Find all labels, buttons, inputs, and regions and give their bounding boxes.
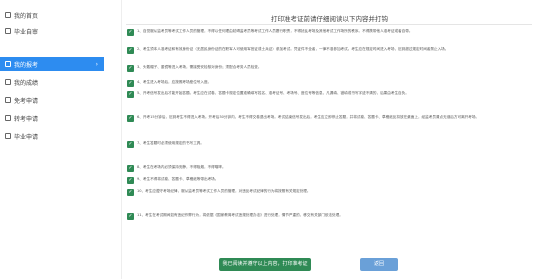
page-title: 打印准考证前请仔细阅读以下内容并打钩 <box>271 15 388 23</box>
agreement-item: ✓ 9、考生不得将试卷、答题卡、草稿纸等带出考场。 <box>127 176 532 184</box>
checkbox-checked[interactable]: ✓ <box>127 189 134 196</box>
agreement-text: 8、考生在考场内必须保持安静，不得吸烟，不得喧哗。 <box>137 165 226 169</box>
agreement-text: 3、头戴帽子、墨镜等进入考场，需接受安检核对身份；须配合考务人员检查。 <box>137 65 262 69</box>
agreement-item: ✓ 11、考生在考试期间如有违纪作弊行为，将依据《国家教育考试违规处理办法》进行处… <box>127 212 532 220</box>
agreement-item: ✓ 2、考生须本人准考证和有效身份证（无居民身份证的在职军人可使用军官证或士兵证）… <box>127 46 532 54</box>
agreement-item: ✓ 4、考生进入考场后，应按照考场座位号入座。 <box>127 79 532 87</box>
print-admission-ticket-button[interactable]: 我已阅读并遵守以上内容，打印准考证 <box>219 258 311 271</box>
sidebar-item-label: 毕业自审 <box>14 28 39 36</box>
sidebar-item-graduation-apply[interactable]: 毕业申请 <box>0 129 104 143</box>
sidebar-item-label: 免考申请 <box>14 97 39 105</box>
agreement-text: 1、自觉服从监考员等考试工作人员的管理，不得以任何理由妨碍监考员等考试工作人员履… <box>137 29 413 33</box>
agreement-item: ✓ 10、考生应遵守考场纪律，服从监考员等考试工作人员的管理，对违反考试纪律的行为… <box>127 188 532 196</box>
sidebar-item-exemption[interactable]: 免考申请 <box>0 93 104 107</box>
agreement-text: 2、考生须本人准考证和有效身份证（无居民身份证的在职军人可使用军官证或士兵证）参… <box>137 47 449 51</box>
agreement-item: ✓ 1、自觉服从监考员等考试工作人员的管理，不得以任何理由妨碍监考员等考试工作人员… <box>127 28 532 36</box>
divider <box>126 24 532 25</box>
sidebar: 我的首页 毕业自审 我的报考 › 我的成绩 免考申请 转考申请 毕业申请 <box>0 0 106 279</box>
chevron-right-icon: › <box>95 60 98 68</box>
form-icon <box>5 97 11 103</box>
checkbox-checked[interactable]: ✓ <box>127 141 134 148</box>
checkbox-checked[interactable]: ✓ <box>127 65 134 72</box>
back-button[interactable]: 返回 <box>360 258 398 271</box>
checkbox-checked[interactable]: ✓ <box>127 91 134 98</box>
transfer-icon <box>5 115 11 121</box>
checkbox-checked[interactable]: ✓ <box>127 80 134 87</box>
agreement-text: 9、考生不得将试卷、答题卡、草稿纸等带出考场。 <box>137 177 219 181</box>
sidebar-item-graduation-review[interactable]: 毕业自审 <box>0 24 104 38</box>
agreement-text: 4、考生进入考场后，应按照考场座位号入座。 <box>137 80 212 84</box>
checkbox-checked[interactable]: ✓ <box>127 47 134 54</box>
main-panel: 打印准考证前请仔细阅读以下内容并打钩 ✓ 1、自觉服从监考员等考试工作人员的管理，… <box>121 0 536 279</box>
sidebar-item-home[interactable]: 我的首页 <box>0 8 104 22</box>
sidebar-item-transfer[interactable]: 转考申请 <box>0 111 104 125</box>
checkbox-checked[interactable]: ✓ <box>127 165 134 172</box>
graduation-icon <box>5 133 11 139</box>
sidebar-item-label: 毕业申请 <box>14 133 39 141</box>
checkbox-checked[interactable]: ✓ <box>127 115 134 122</box>
checkbox-checked[interactable]: ✓ <box>127 213 134 220</box>
agreement-text: 5、开考信号发出后才能开始答题。考生应在试卷、答题卡规定位置准确填写姓名、准考证… <box>137 91 409 95</box>
agreement-text: 6、开考15分钟后，迟到考生不得进入考场。开考后30分钟内，考生不得交卷退出考场… <box>137 115 480 119</box>
agreement-text: 10、考生应遵守考场纪律，服从监考员等考试工作人员的管理，对违反考试纪律的行为将… <box>137 189 311 193</box>
agreement-item: ✓ 8、考生在考场内必须保持安静，不得吸烟，不得喧哗。 <box>127 164 532 172</box>
sidebar-item-label: 我的成绩 <box>14 79 39 87</box>
checkbox-checked[interactable]: ✓ <box>127 177 134 184</box>
agreement-item: ✓ 5、开考信号发出后才能开始答题。考生应在试卷、答题卡规定位置准确填写姓名、准考… <box>127 90 532 98</box>
agreement-text: 7、考生答题时必须使用规定的书写工具。 <box>137 141 204 145</box>
home-icon <box>5 12 11 18</box>
list-icon <box>5 61 11 67</box>
agreement-text: 11、考生在考试期间如有违纪作弊行为，将依据《国家教育考试违规处理办法》进行处理… <box>137 213 343 217</box>
document-icon <box>5 28 11 34</box>
sidebar-item-label: 我的首页 <box>14 12 39 20</box>
agreement-item: ✓ 7、考生答题时必须使用规定的书写工具。 <box>127 140 532 148</box>
agreement-item: ✓ 6、开考15分钟后，迟到考生不得进入考场。开考后30分钟内，考生不得交卷退出考… <box>127 114 532 122</box>
chart-icon <box>5 79 11 85</box>
sidebar-item-my-scores[interactable]: 我的成绩 <box>0 75 104 89</box>
sidebar-item-my-registration[interactable]: 我的报考 › <box>0 57 104 71</box>
checkbox-checked[interactable]: ✓ <box>127 29 134 36</box>
sidebar-item-label: 转考申请 <box>14 115 39 123</box>
agreement-item: ✓ 3、头戴帽子、墨镜等进入考场，需接受安检核对身份；须配合考务人员检查。 <box>127 64 532 72</box>
sidebar-item-label: 我的报考 <box>14 61 39 69</box>
